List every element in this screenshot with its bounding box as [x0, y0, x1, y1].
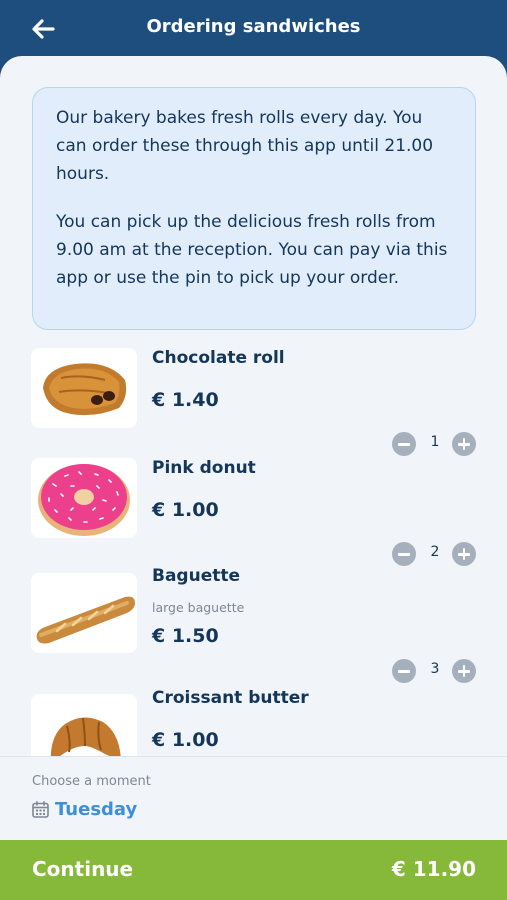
- quantity-stepper: 3: [392, 658, 478, 684]
- decrease-quantity-button[interactable]: [392, 432, 416, 456]
- moment-selector[interactable]: Tuesday: [32, 799, 137, 820]
- calendar-icon: [32, 801, 49, 818]
- product-image-baguette: [31, 573, 137, 653]
- product-item-croissant-butter: Croissant butter € 1.00 4: [0, 688, 507, 756]
- continue-label: Continue: [32, 857, 134, 881]
- product-image-croissant: [31, 694, 137, 756]
- moment-label: Choose a moment: [32, 774, 151, 789]
- product-name: Chocolate roll: [152, 348, 285, 368]
- order-total: € 11.90: [391, 857, 476, 881]
- quantity-value: 3: [430, 661, 440, 677]
- content-sheet: Our bakery bakes fresh rolls every day. …: [0, 56, 507, 840]
- page-title: Ordering sandwiches: [146, 16, 361, 37]
- product-price: € 1.50: [152, 625, 219, 647]
- increase-quantity-button[interactable]: [452, 432, 476, 456]
- product-list: Chocolate roll € 1.40 1 Pink donut € 1.0…: [0, 344, 507, 756]
- app-header: Ordering sandwiches: [0, 0, 507, 60]
- continue-button[interactable]: Continue € 11.90: [0, 840, 507, 900]
- product-image-chocolate-roll: [31, 348, 137, 428]
- product-description: large baguette: [152, 600, 245, 615]
- increase-quantity-button[interactable]: [452, 542, 476, 566]
- decrease-quantity-button[interactable]: [392, 542, 416, 566]
- pickup-moment-section: Choose a moment Tuesday: [0, 756, 507, 840]
- product-item-chocolate-roll: Chocolate roll € 1.40 1: [0, 344, 507, 464]
- info-paragraph-pickup: You can pick up the delicious fresh roll…: [56, 212, 448, 288]
- quantity-value: 2: [430, 544, 440, 560]
- info-paragraph-ordering: Our bakery bakes fresh rolls every day. …: [56, 108, 434, 184]
- moment-value: Tuesday: [55, 799, 138, 820]
- product-item-baguette: Baguette large baguette € 1.50 3: [0, 566, 507, 689]
- quantity-stepper: 2: [392, 541, 478, 567]
- product-price: € 1.00: [152, 499, 219, 521]
- product-image-pink-donut: [31, 458, 137, 538]
- decrease-quantity-button[interactable]: [392, 659, 416, 683]
- product-name: Croissant butter: [152, 688, 309, 708]
- product-price: € 1.40: [152, 389, 219, 411]
- product-price: € 1.00: [152, 729, 219, 751]
- quantity-value: 1: [430, 434, 440, 450]
- product-name: Baguette: [152, 566, 241, 586]
- product-name: Pink donut: [152, 458, 256, 478]
- increase-quantity-button[interactable]: [452, 659, 476, 683]
- info-box: Our bakery bakes fresh rolls every day. …: [32, 87, 476, 330]
- product-item-pink-donut: Pink donut € 1.00 2: [0, 454, 507, 574]
